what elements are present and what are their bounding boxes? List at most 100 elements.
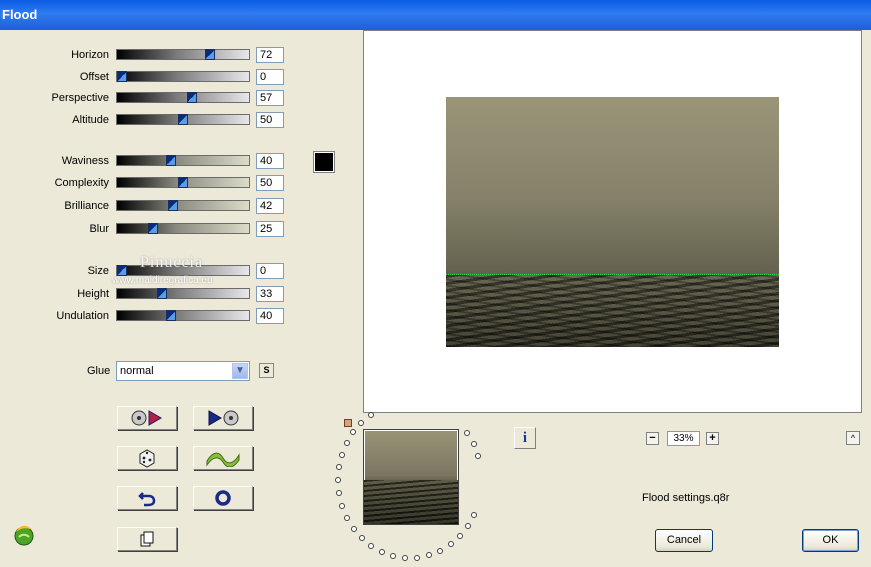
wave-icon [206, 452, 240, 467]
slider-track[interactable] [116, 310, 250, 321]
navigator-dot[interactable] [343, 514, 350, 521]
ok-button[interactable]: OK [802, 529, 859, 552]
glue-select[interactable]: normal ▼ [116, 361, 250, 381]
navigator-dot[interactable] [350, 429, 357, 436]
slider-track[interactable] [116, 177, 250, 188]
previous-preset-icon [131, 410, 162, 426]
slider-row-undulation: Undulation 40 [0, 307, 300, 325]
slider-row-waviness: Waviness 40 [0, 152, 300, 170]
zoom-out-button[interactable]: − [646, 432, 659, 445]
navigator-dot[interactable] [414, 554, 421, 561]
navigator-dot[interactable] [447, 541, 454, 548]
slider-row-perspective: Perspective 57 [0, 89, 300, 107]
navigator-dot[interactable] [471, 512, 478, 519]
slider-value-field[interactable]: 40 [256, 153, 284, 169]
slider-label: Perspective [51, 92, 109, 104]
next-preset-button[interactable] [193, 406, 253, 430]
navigator-dot[interactable] [358, 419, 365, 426]
glue-label: Glue [87, 365, 111, 377]
slider-thumb[interactable] [187, 92, 197, 103]
slider-thumb[interactable] [157, 288, 167, 299]
navigator-dot[interactable] [336, 490, 343, 497]
wave-button[interactable] [193, 446, 253, 470]
slider-thumb[interactable] [205, 49, 215, 60]
slider-track[interactable] [116, 92, 250, 103]
slider-track[interactable] [116, 200, 250, 211]
slider-track[interactable] [116, 223, 250, 234]
navigator-dot[interactable] [464, 429, 471, 436]
next-preset-icon [208, 410, 239, 426]
info-button[interactable]: i [514, 427, 536, 449]
reset-button[interactable] [193, 486, 253, 510]
slider-thumb[interactable] [148, 223, 158, 234]
slider-row-height: Height 33 [0, 285, 300, 303]
navigator-dot[interactable] [335, 477, 341, 484]
slider-value-field[interactable]: 40 [256, 308, 284, 324]
slider-value-field[interactable]: 57 [256, 90, 284, 106]
navigator-dot[interactable] [367, 411, 374, 418]
slider-label: Complexity [54, 177, 109, 189]
cancel-button[interactable]: Cancel [655, 529, 713, 552]
navigator-dot[interactable] [390, 552, 397, 559]
undo-button[interactable] [117, 486, 177, 510]
navigator-dot[interactable] [339, 502, 346, 509]
slider-value-field[interactable]: 0 [256, 263, 284, 279]
navigator-dot[interactable] [425, 552, 432, 559]
slider-value-field[interactable]: 33 [256, 286, 284, 302]
slider-row-offset: Offset 0 [0, 68, 300, 86]
zoom-level: 33% [667, 431, 700, 446]
slider-thumb[interactable] [178, 114, 188, 125]
navigator-dot[interactable] [338, 451, 345, 458]
navigator-dot[interactable] [368, 542, 375, 549]
slider-thumb[interactable] [168, 200, 178, 211]
slider-thumb[interactable] [117, 71, 127, 82]
color-swatch[interactable] [313, 151, 335, 173]
slider-thumb[interactable] [166, 155, 176, 166]
zoom-in-button[interactable]: + [706, 432, 719, 445]
slider-label: Horizon [71, 49, 109, 61]
slider-value-field[interactable]: 72 [256, 47, 284, 63]
slider-value-field[interactable]: 25 [256, 221, 284, 237]
navigator-dot[interactable] [402, 554, 409, 561]
navigator-dot[interactable] [378, 548, 385, 555]
slider-track[interactable] [116, 49, 250, 60]
slider-thumb[interactable] [178, 177, 188, 188]
slider-track[interactable] [116, 155, 250, 166]
navigator-dot[interactable] [456, 533, 463, 540]
slider-track[interactable] [116, 288, 250, 299]
previous-preset-button[interactable] [117, 406, 177, 430]
navigator-dot[interactable] [343, 439, 350, 446]
preview-image [446, 97, 779, 347]
navigator-dot[interactable] [350, 525, 357, 532]
title-bar: Flood [0, 0, 871, 30]
slider-track[interactable] [116, 114, 250, 125]
navigator-dot[interactable] [437, 547, 444, 554]
navigator-dot[interactable] [335, 464, 342, 471]
water-surface [446, 275, 779, 347]
slider-label: Offset [79, 71, 109, 83]
slider-row-altitude: Altitude 50 [0, 111, 300, 129]
navigator-thumbnail[interactable] [363, 429, 459, 525]
navigator-handle[interactable] [344, 419, 352, 427]
slider-track[interactable] [116, 71, 250, 82]
watermark-name: Pinuccia [140, 254, 204, 271]
app-logo-icon [14, 525, 34, 546]
slider-label: Brilliance [64, 200, 109, 212]
collapse-button[interactable]: ^ [846, 431, 860, 445]
navigator-dot[interactable] [470, 440, 477, 447]
slider-value-field[interactable]: 0 [256, 69, 284, 85]
slider-row-complexity: Complexity 50 [0, 174, 300, 192]
slider-row-blur: Blur 25 [0, 220, 300, 238]
copy-button[interactable] [117, 527, 177, 551]
slider-thumb[interactable] [166, 310, 176, 321]
horizon-line[interactable] [446, 274, 779, 275]
random-button[interactable] [117, 446, 177, 470]
slider-value-field[interactable]: 42 [256, 198, 284, 214]
slider-value-field[interactable]: 50 [256, 175, 284, 191]
navigator-dot[interactable] [475, 452, 482, 459]
navigator-dot[interactable] [358, 534, 365, 541]
chevron-down-icon[interactable]: ▼ [232, 363, 248, 379]
navigator-dot[interactable] [464, 523, 471, 530]
glue-side-button[interactable]: S [259, 363, 274, 378]
slider-value-field[interactable]: 50 [256, 112, 284, 128]
